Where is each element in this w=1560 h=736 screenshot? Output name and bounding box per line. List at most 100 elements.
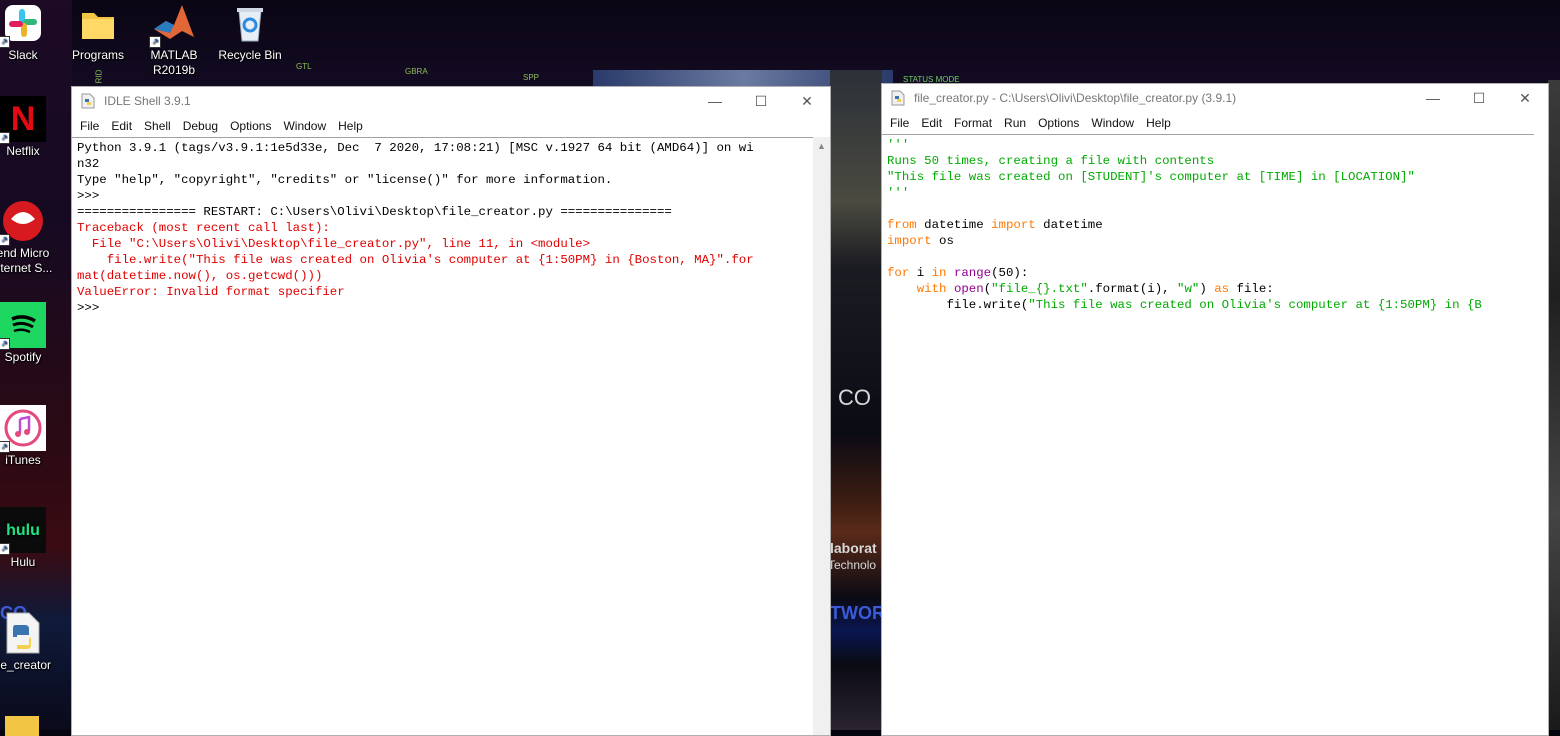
desktop-icon-label: ile_creator — [0, 658, 52, 672]
menu-help[interactable]: Help — [332, 119, 369, 133]
python-file-app-icon — [891, 90, 905, 106]
window-title: IDLE Shell 3.9.1 — [104, 94, 191, 108]
shell-menubar: File Edit Shell Debug Options Window Hel… — [72, 115, 830, 137]
menu-format[interactable]: Format — [948, 116, 998, 130]
menu-file[interactable]: File — [884, 116, 915, 130]
menu-edit[interactable]: Edit — [105, 119, 138, 133]
shell-line: ValueError: Invalid format specifier — [77, 285, 345, 299]
shell-titlebar[interactable]: IDLE Shell 3.9.1 — ☐ ✕ — [72, 87, 830, 115]
wallpaper-scene-text: TWOR — [830, 603, 885, 623]
desktop-icon-netflix[interactable]: N ↗ Netflix — [0, 96, 59, 159]
menu-shell[interactable]: Shell — [138, 119, 177, 133]
desktop-icon-spotify[interactable]: ↗ Spotify — [0, 302, 59, 365]
menu-window[interactable]: Window — [1085, 116, 1140, 130]
shell-output-area[interactable]: Python 3.9.1 (tags/v3.9.1:1e5d33e, Dec 7… — [72, 137, 813, 735]
code-token: file.write( — [887, 298, 1029, 312]
code-token: with — [916, 282, 947, 296]
desktop-icon-matlab[interactable]: ↗ MATLAB R2019b — [138, 0, 210, 78]
code-line: Runs 50 times, creating a file with cont… — [887, 153, 1534, 169]
code-line: "This file was created on [STUDENT]'s co… — [887, 169, 1534, 185]
shell-line: >>> — [77, 301, 107, 315]
shell-line: Type "help", "copyright", "credits" or "… — [77, 173, 613, 187]
maximize-button[interactable]: ☐ — [1456, 84, 1502, 112]
menu-debug[interactable]: Debug — [177, 119, 224, 133]
menu-file[interactable]: File — [74, 119, 105, 133]
hulu-icon: hulu ↗ — [0, 507, 46, 555]
shell-line: file.write("This file was created on Oli… — [77, 253, 754, 267]
code-token: ( — [983, 282, 992, 296]
code-token: "file_{}.txt" — [991, 282, 1088, 296]
itunes-icon: ↗ — [0, 405, 46, 453]
minimize-button[interactable]: — — [1410, 84, 1456, 112]
menu-window[interactable]: Window — [277, 119, 332, 133]
menu-options[interactable]: Options — [224, 119, 277, 133]
code-token: "This file was created on [STUDENT]'s co… — [887, 170, 1415, 184]
menu-edit[interactable]: Edit — [915, 116, 948, 130]
editor-window[interactable]: file_creator.py - C:\Users\Olivi\Desktop… — [881, 83, 1549, 736]
folder-icon[interactable] — [5, 716, 39, 736]
code-editor-area[interactable]: ''' Runs 50 times, creating a file with c… — [882, 134, 1534, 735]
spotify-icon: ↗ — [0, 302, 46, 350]
maximize-button[interactable]: ☐ — [738, 87, 784, 115]
code-token: datetime — [916, 218, 992, 232]
shell-line: >>> — [77, 189, 107, 203]
code-token: in — [931, 266, 947, 280]
desktop-icon-label: iTunes — [5, 453, 41, 467]
desktop-icon-label: Programs — [71, 48, 124, 62]
desktop-icon-file-creator[interactable]: ile_creator — [0, 610, 59, 673]
desktop-icon-label: Spotify — [4, 350, 42, 364]
idle-shell-window[interactable]: IDLE Shell 3.9.1 — ☐ ✕ File Edit Shell D… — [71, 86, 831, 736]
code-token: "This file was created on Olivia's compu… — [1028, 298, 1482, 312]
code-line: from datetime import datetime — [887, 217, 1534, 233]
close-button[interactable]: ✕ — [784, 87, 830, 115]
code-line: file.write("This file was created on Oli… — [887, 297, 1534, 313]
code-line: for i in range(50): — [887, 265, 1534, 281]
code-token: os — [931, 234, 954, 248]
menu-run[interactable]: Run — [998, 116, 1032, 130]
wallpaper-scene-text: laborat — [830, 540, 877, 556]
code-token: ''' — [887, 186, 910, 200]
wallpaper-scene-text: Technolo — [828, 558, 877, 572]
desktop-icon-label: Hulu — [10, 555, 36, 569]
slack-icon: ↗ — [0, 0, 46, 48]
code-token: i — [909, 266, 932, 280]
close-button[interactable]: ✕ — [1502, 84, 1548, 112]
code-token: range — [953, 266, 992, 280]
code-token: file: — [1229, 282, 1274, 296]
desktop-icon-trend-micro[interactable]: ↗ end Micro nternet S... — [0, 198, 59, 276]
desktop-icon-label: Netflix — [6, 144, 40, 158]
code-token: open — [953, 282, 984, 296]
desktop-icon-label: Recycle Bin — [218, 48, 282, 62]
menu-options[interactable]: Options — [1032, 116, 1085, 130]
window-title: file_creator.py - C:\Users\Olivi\Desktop… — [914, 91, 1237, 105]
shell-line: Python 3.9.1 (tags/v3.9.1:1e5d33e, Dec 7… — [77, 141, 754, 155]
shell-scrollbar[interactable]: ▲ — [813, 137, 830, 735]
netflix-icon: N ↗ — [0, 96, 46, 144]
code-token: datetime — [1035, 218, 1103, 232]
desktop-icon-slack[interactable]: ↗ Slack — [0, 0, 59, 63]
desktop-icon-label: Slack — [8, 48, 38, 62]
wallpaper-label: SPP — [523, 73, 540, 82]
desktop-icon-recycle-bin[interactable]: Recycle Bin — [214, 0, 286, 63]
minimize-button[interactable]: — — [692, 87, 738, 115]
shell-line: n32 — [77, 157, 100, 171]
scroll-up-icon[interactable]: ▲ — [813, 139, 830, 153]
menu-help[interactable]: Help — [1140, 116, 1177, 130]
desktop-icon-label: MATLAB R2019b — [150, 48, 198, 77]
editor-menubar: File Edit Format Run Options Window Help — [882, 112, 1548, 134]
desktop-icon-hulu[interactable]: hulu ↗ Hulu — [0, 507, 59, 570]
wallpaper-label: GBRA — [405, 67, 428, 76]
code-line: ''' — [887, 137, 1534, 153]
code-token: as — [1214, 282, 1230, 296]
code-token: import — [991, 218, 1036, 232]
code-token: Runs 50 times, creating a file with cont… — [887, 154, 1215, 168]
shell-line: Traceback (most recent call last): — [77, 221, 330, 235]
editor-titlebar[interactable]: file_creator.py - C:\Users\Olivi\Desktop… — [882, 84, 1548, 112]
desktop-icon-programs[interactable]: Programs — [62, 0, 134, 63]
wallpaper-right-strip — [1548, 80, 1560, 730]
code-token: (50): — [991, 266, 1029, 280]
desktop-icon-itunes[interactable]: ↗ iTunes — [0, 405, 59, 468]
